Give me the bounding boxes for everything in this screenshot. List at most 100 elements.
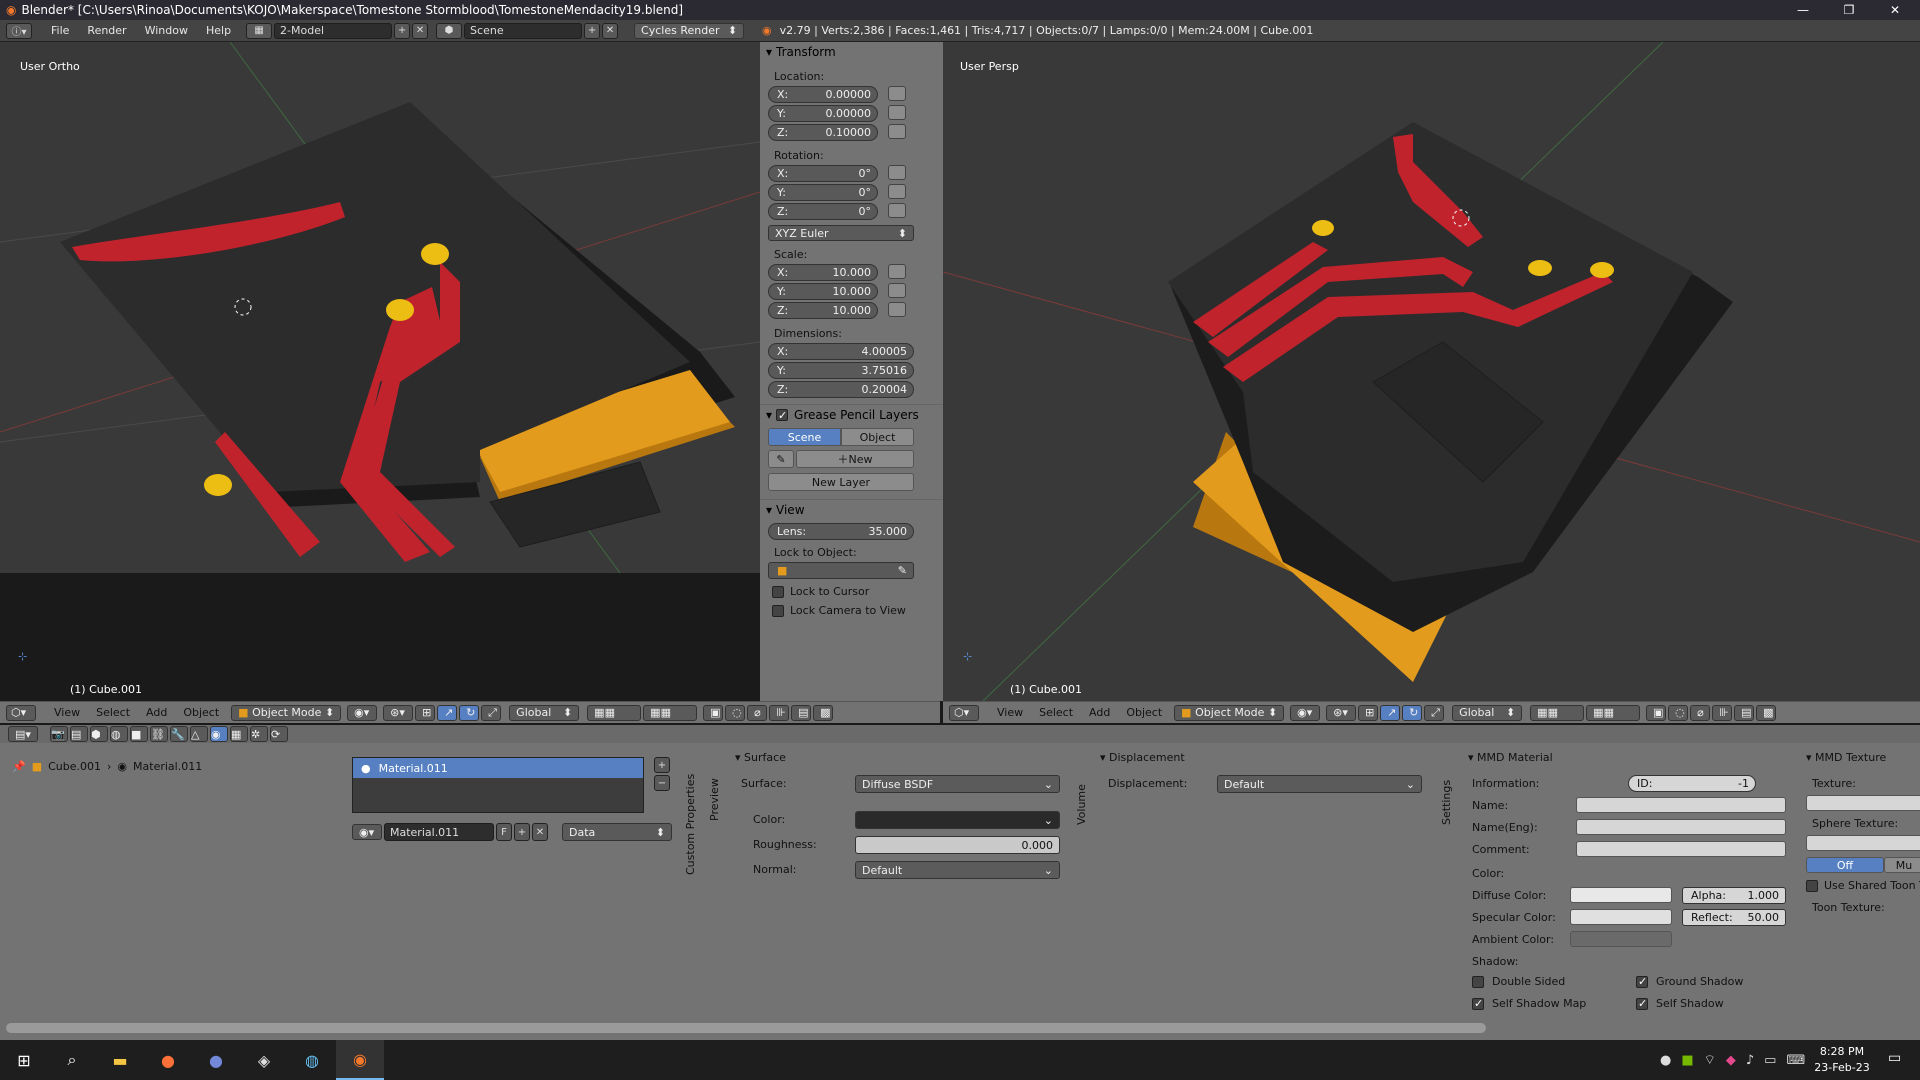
orientation-dropdown[interactable]: Global ⬍ [509,704,580,721]
material-name-field[interactable]: Material.011 [384,823,494,841]
lock-icon[interactable] [888,283,906,298]
rotation-x-field[interactable]: X: 0° [768,165,878,182]
menu-object[interactable]: Object [1118,706,1170,719]
custom-properties-tab[interactable]: Custom Properties [684,774,697,875]
transform-header[interactable]: ▾ Transform [760,42,943,62]
lock-icon[interactable] [888,165,906,180]
scene-tab-icon[interactable]: ⬢ [90,726,108,742]
material-browse-icon[interactable]: ◉▾ [352,824,382,840]
specular-color-swatch[interactable] [1570,909,1672,925]
self-shadow-map-checkbox[interactable] [1472,997,1484,1010]
grease-pencil-header[interactable]: ▾ Grease Pencil Layers [760,404,943,424]
steam-icon[interactable]: ◍ [288,1040,336,1080]
name-eng-field[interactable] [1576,819,1786,835]
mmd-material-header[interactable]: ▾ MMD Material [1468,751,1788,764]
lock-icon[interactable] [888,124,906,139]
orientation-dropdown[interactable]: Global ⬍ [1452,704,1523,721]
maximize-button[interactable]: ❐ [1826,0,1872,20]
layers-grid-icon[interactable]: ▦▦ [1530,704,1585,721]
menu-object[interactable]: Object [175,706,227,719]
sphere-off-button[interactable]: Off [1806,857,1884,873]
scene-icon[interactable]: ⬢ [436,22,463,39]
settings-tab[interactable]: Settings [1440,780,1453,825]
material-tab-icon[interactable]: ◉ [210,726,228,742]
view-header[interactable]: ▾ View [760,499,943,519]
discord-icon[interactable]: ● [192,1040,240,1080]
minimize-button[interactable]: — [1780,0,1826,20]
surface-header[interactable]: ▾ Surface [735,751,1065,764]
mode-dropdown[interactable]: ■ Object Mode ⬍ [1174,704,1285,721]
comment-field[interactable] [1576,841,1786,857]
scale-z-field[interactable]: Z: 10.000 [768,302,878,319]
rotate-icon[interactable]: ↻ [459,704,480,721]
proportional-icon[interactable]: ◌ [725,704,746,721]
translate-icon[interactable]: ↗ [1380,704,1401,721]
displacement-dropdown[interactable]: Default ⌄ [1217,775,1422,793]
normal-dropdown[interactable]: Default ⌄ [855,861,1060,879]
file-explorer-icon[interactable]: ▬ [96,1040,144,1080]
discord-tray-icon[interactable]: ● [1660,1053,1671,1068]
editor-type-button[interactable]: ⬡▾ [949,704,979,721]
search-icon[interactable]: ⌕ [48,1040,96,1080]
clock[interactable]: 8:28 PM 23-Feb-23 [1812,1044,1872,1076]
physics-tab-icon[interactable]: ⟳ [270,726,288,742]
pencil-icon[interactable]: ✎ [768,450,794,468]
lock-object-field[interactable]: ■ ✎ [768,562,914,579]
layers-grid-icon[interactable]: ▦▦ [1586,704,1641,721]
name-field[interactable] [1576,797,1786,813]
menu-view[interactable]: View [46,706,88,719]
self-shadow-row[interactable]: Self Shadow [1636,997,1724,1010]
editor-type-button[interactable]: ⓘ▾ [6,22,32,39]
add-material-icon[interactable]: + [514,823,530,841]
layers-tab-icon[interactable]: ▤ [70,726,88,742]
reflect-field[interactable]: Reflect: 50.00 [1682,909,1786,926]
network-tray-icon[interactable]: ⌔ [1704,1052,1716,1068]
material-slot-item[interactable]: ● Material.011 [353,758,643,778]
add-slot-icon[interactable]: + [654,757,670,773]
pivot-icon[interactable]: ⊛▾ [1326,704,1357,721]
link-dropdown[interactable]: Data ⬍ [562,823,672,841]
ground-shadow-row[interactable]: Ground Shadow [1636,975,1743,988]
shading-icon[interactable]: ◉▾ [347,704,378,721]
pin-icon[interactable]: 📌 [12,760,26,773]
remove-scene-icon[interactable]: ✕ [602,22,619,39]
layer-lock-icon[interactable]: ▣ [703,704,724,721]
ambient-color-swatch[interactable] [1570,931,1672,947]
viewport-left[interactable]: User Ortho [0,42,760,573]
object-tab-icon[interactable]: ■ [130,726,148,742]
alpha-field[interactable]: Alpha: 1.000 [1682,887,1786,904]
snap-icon[interactable]: ⌀ [1690,704,1711,721]
menu-add[interactable]: Add [138,706,175,719]
mode-dropdown[interactable]: ■ Object Mode ⬍ [231,704,342,721]
translate-icon[interactable]: ↗ [437,704,458,721]
layer-lock-icon[interactable]: ▣ [1646,704,1667,721]
material-slot-list[interactable]: ● Material.011 [352,757,644,813]
self-shadow-checkbox[interactable] [1636,997,1648,1010]
lock-cursor-row[interactable]: Lock to Cursor [760,579,943,598]
constraints-tab-icon[interactable]: ⛓ [150,726,168,742]
remove-slot-icon[interactable]: − [654,775,670,791]
location-y-field[interactable]: Y: 0.00000 [768,105,878,122]
location-z-field[interactable]: Z: 0.10000 [768,124,878,141]
layout-field[interactable]: 2-Model [274,22,393,39]
self-shadow-map-row[interactable]: Self Shadow Map [1472,997,1586,1010]
double-sided-checkbox[interactable] [1472,975,1484,988]
tab-object[interactable]: Object [841,428,914,446]
rotation-mode-dropdown[interactable]: XYZ Euler ⬍ [768,225,914,241]
lock-icon[interactable] [888,86,906,101]
world-tab-icon[interactable]: ◍ [110,726,128,742]
lock-icon[interactable] [888,302,906,317]
new-gpencil-button[interactable]: ＋ New [796,450,914,468]
dimension-x-field[interactable]: X: 4.00005 [768,343,914,360]
location-x-field[interactable]: X: 0.00000 [768,86,878,103]
layout-icon[interactable]: ▦ [246,22,273,39]
menu-view[interactable]: View [989,706,1031,719]
menu-select[interactable]: Select [1031,706,1081,719]
data-tab-icon[interactable]: △ [190,726,208,742]
editor-type-button[interactable]: ⬡▾ [6,704,36,721]
particles-tab-icon[interactable]: ✲ [250,726,268,742]
double-sided-row[interactable]: Double Sided [1472,975,1565,988]
render-icon[interactable]: ▤ [791,704,812,721]
unlink-material-icon[interactable]: ✕ [532,823,548,841]
lock-camera-row[interactable]: Lock Camera to View [760,598,943,617]
